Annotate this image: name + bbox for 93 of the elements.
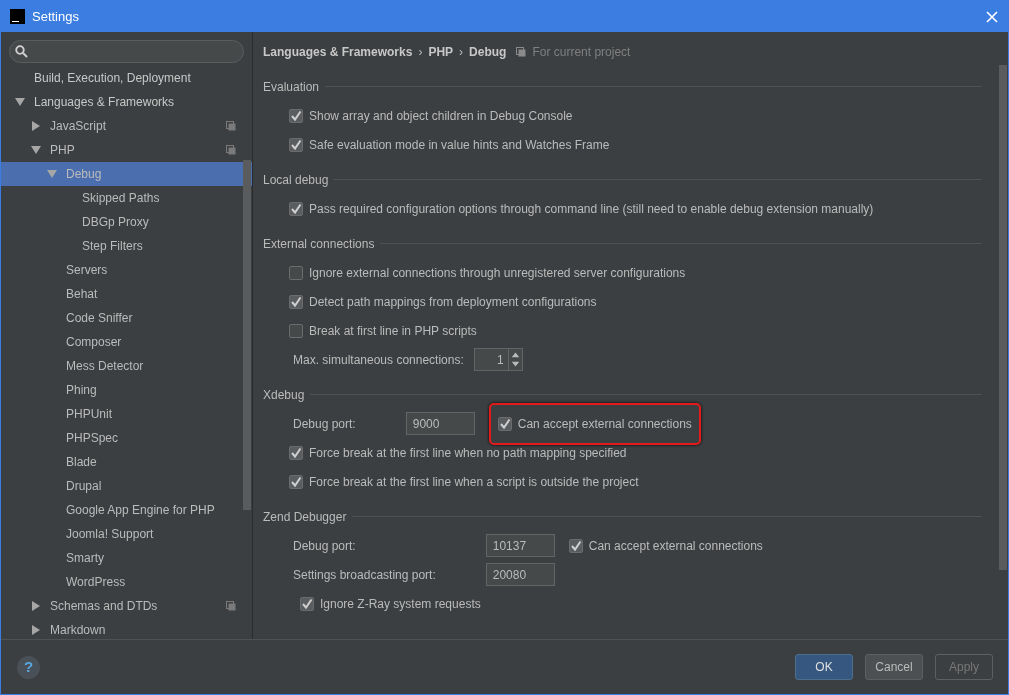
section-title: Zend Debugger bbox=[263, 508, 347, 526]
checkbox-label[interactable]: Detect path mappings from deployment configurations bbox=[309, 292, 597, 311]
tree-item[interactable]: WordPress bbox=[1, 570, 252, 594]
checkbox-label[interactable]: Safe evaluation mode in value hints and Watches Frame bbox=[309, 135, 610, 154]
tree-item[interactable]: Google App Engine for PHP bbox=[1, 498, 252, 522]
section-title: External connections bbox=[263, 235, 375, 253]
checkbox-label[interactable]: Force break at the first line when no path mapping specified bbox=[309, 443, 627, 462]
checkbox-label[interactable]: Force break at the first line when a script is outside the project bbox=[309, 472, 639, 491]
dialog-button[interactable]: Cancel bbox=[865, 654, 923, 680]
tree-item[interactable]: Build, Execution, Deployment bbox=[1, 66, 252, 90]
tree-item[interactable]: JavaScript bbox=[1, 114, 252, 138]
tree-item[interactable]: DBGp Proxy bbox=[1, 210, 252, 234]
tree-item[interactable]: Schemas and DTDs bbox=[1, 594, 252, 618]
checkbox[interactable] bbox=[300, 596, 314, 611]
checkbox-label[interactable]: Ignore Z-Ray system requests bbox=[320, 594, 481, 613]
checkmark-icon bbox=[569, 539, 582, 552]
checkmark-icon bbox=[498, 417, 511, 430]
checkbox-label[interactable]: Show array and object children in Debug Console bbox=[309, 106, 573, 125]
spinner-arrows-icon[interactable] bbox=[507, 349, 522, 370]
collapsed-arrow-icon[interactable] bbox=[31, 601, 41, 611]
checkmark-icon bbox=[290, 109, 302, 122]
tree-item[interactable]: PHP bbox=[1, 138, 252, 162]
section-title: Local debug bbox=[263, 171, 329, 189]
checkbox-label[interactable]: Can accept external connections bbox=[517, 414, 692, 433]
checkbox-label[interactable]: Ignore external connections through unregistered server configurations bbox=[309, 263, 686, 282]
field-label: Max. simultaneous connections: bbox=[293, 351, 464, 369]
checkbox-label[interactable]: Pass required configuration options through command line (still need to enable debug extension manually) bbox=[309, 199, 874, 218]
checkmark-icon bbox=[301, 597, 313, 610]
copy-icon bbox=[226, 121, 236, 131]
copy-icon bbox=[516, 47, 527, 57]
collapsed-arrow-icon[interactable] bbox=[31, 625, 41, 635]
port-field[interactable]: 9000 bbox=[405, 412, 475, 435]
checkbox[interactable] bbox=[289, 323, 303, 338]
checkbox-label[interactable]: Can accept external connections bbox=[588, 536, 763, 555]
checkbox[interactable] bbox=[568, 538, 583, 553]
field-label: Debug port: bbox=[293, 415, 357, 433]
breadcrumb-separator: › bbox=[459, 44, 464, 61]
app-logo-icon bbox=[10, 9, 25, 24]
tree-item[interactable]: PHPSpec bbox=[1, 426, 252, 450]
checkmark-icon bbox=[290, 446, 302, 459]
tree-item[interactable]: Behat bbox=[1, 282, 252, 306]
checkbox[interactable] bbox=[289, 137, 303, 152]
breadcrumb-item[interactable]: Debug bbox=[469, 43, 507, 61]
tree-item[interactable]: Languages & Frameworks bbox=[1, 90, 252, 114]
tree-item[interactable]: Joomla! Support bbox=[1, 522, 252, 546]
scrollbar-thumb[interactable] bbox=[243, 160, 251, 510]
collapsed-arrow-icon[interactable] bbox=[31, 121, 41, 131]
checkbox[interactable] bbox=[289, 445, 303, 460]
port-field[interactable]: 20080 bbox=[485, 563, 555, 586]
tree-item[interactable]: Smarty bbox=[1, 546, 252, 570]
close-icon[interactable] bbox=[986, 10, 998, 23]
tree-item[interactable]: Mess Detector bbox=[1, 354, 252, 378]
dialog-button[interactable]: OK bbox=[795, 654, 853, 680]
search-field[interactable] bbox=[9, 40, 244, 63]
breadcrumb-separator: › bbox=[418, 44, 423, 61]
checkmark-icon bbox=[290, 295, 302, 308]
tree-item[interactable]: PHPUnit bbox=[1, 402, 252, 426]
checkbox[interactable] bbox=[289, 108, 303, 123]
section-title: Xdebug bbox=[263, 386, 305, 404]
tree-item[interactable]: Composer bbox=[1, 330, 252, 354]
checkbox[interactable] bbox=[289, 201, 303, 216]
copy-icon bbox=[226, 145, 236, 155]
breadcrumb-item[interactable]: Languages & Frameworks bbox=[263, 43, 413, 61]
expanded-arrow-icon[interactable] bbox=[31, 145, 41, 155]
tree-item[interactable]: Servers bbox=[1, 258, 252, 282]
tree-item[interactable]: Step Filters bbox=[1, 234, 252, 258]
spinner-field[interactable]: 1 bbox=[473, 348, 523, 371]
checkbox[interactable] bbox=[289, 265, 303, 280]
tree-item[interactable]: Blade bbox=[1, 450, 252, 474]
tree-item[interactable]: Markdown bbox=[1, 618, 252, 639]
checkmark-icon bbox=[290, 475, 302, 488]
checkbox[interactable] bbox=[289, 474, 303, 489]
field-label: Settings broadcasting port: bbox=[293, 566, 437, 584]
checkbox[interactable] bbox=[497, 416, 512, 431]
tree-item[interactable]: Skipped Paths bbox=[1, 186, 252, 210]
section-title: Evaluation bbox=[263, 78, 320, 96]
checkmark-icon bbox=[290, 202, 302, 215]
help-button[interactable]: ? bbox=[17, 655, 40, 679]
port-field[interactable]: 10137 bbox=[485, 534, 555, 557]
search-icon bbox=[15, 45, 28, 58]
checkmark-icon bbox=[290, 138, 302, 151]
checkbox[interactable] bbox=[289, 294, 303, 309]
checkbox-label[interactable]: Break at first line in PHP scripts bbox=[309, 321, 477, 340]
copy-icon bbox=[226, 601, 236, 611]
tree-item[interactable]: Code Sniffer bbox=[1, 306, 252, 330]
window-title: Settings bbox=[32, 7, 80, 26]
tree-item[interactable]: Phing bbox=[1, 378, 252, 402]
breadcrumb-item[interactable]: PHP bbox=[428, 43, 454, 61]
expanded-arrow-icon[interactable] bbox=[15, 97, 25, 107]
scrollbar-thumb[interactable] bbox=[999, 65, 1007, 570]
scope-label: For current project bbox=[532, 44, 631, 61]
field-label: Debug port: bbox=[293, 537, 357, 555]
tree-item[interactable]: Drupal bbox=[1, 474, 252, 498]
